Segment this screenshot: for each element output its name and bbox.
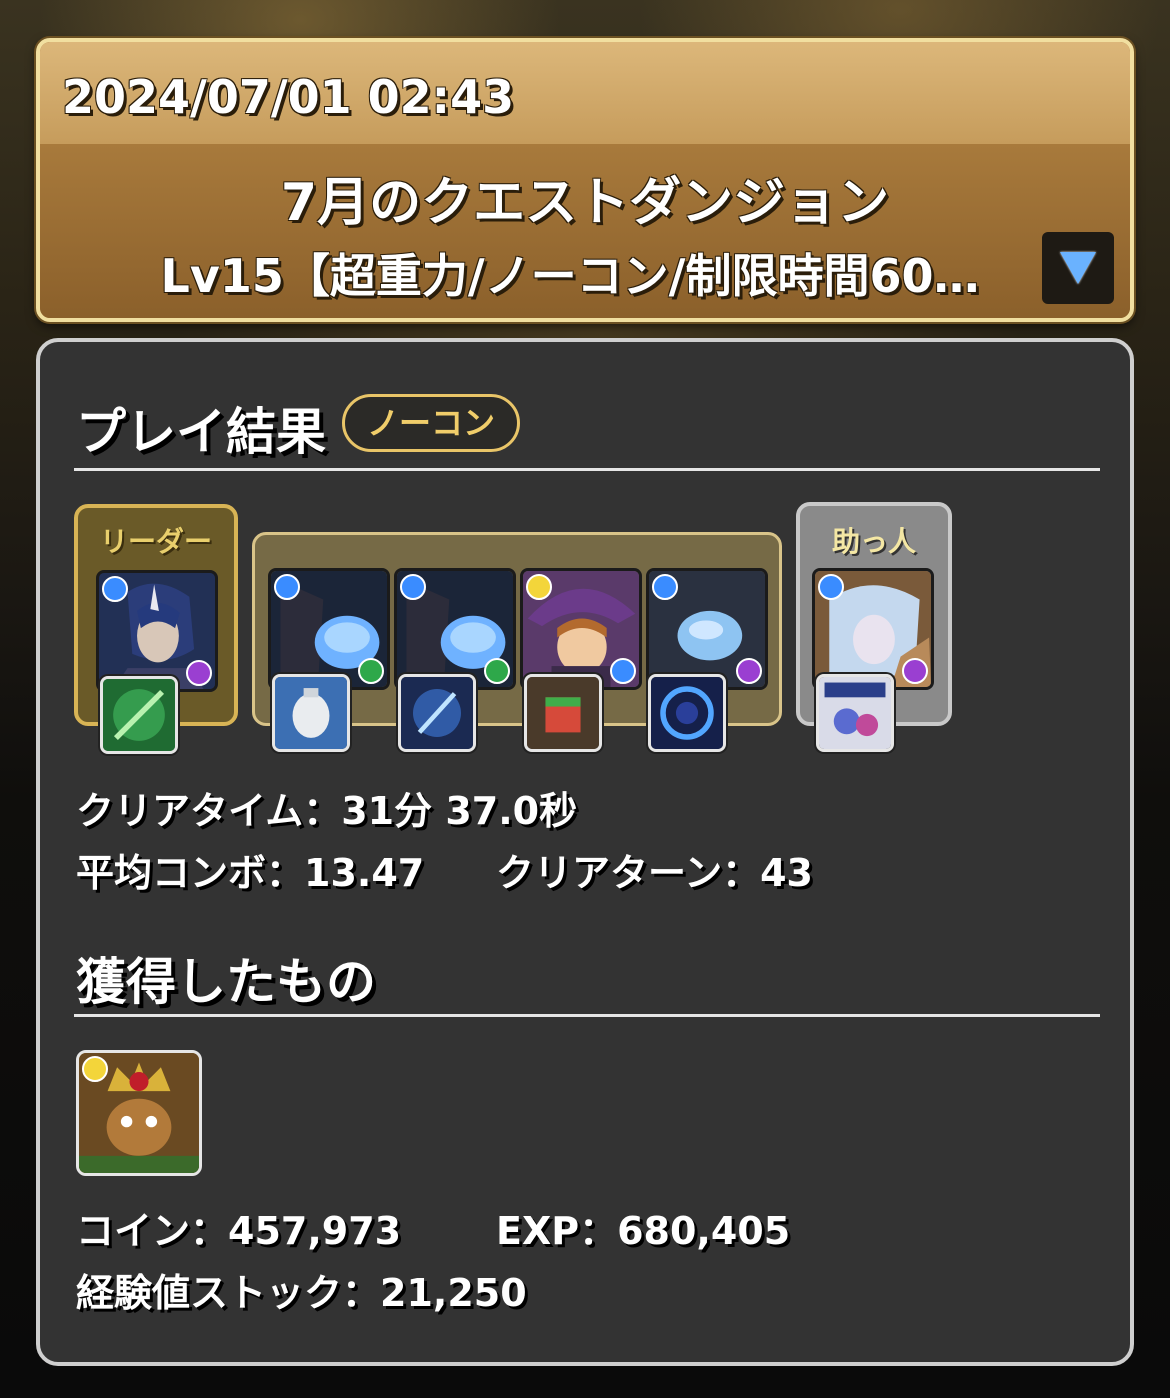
light-attribute-icon bbox=[526, 574, 552, 600]
sub-monster-3[interactable] bbox=[520, 568, 642, 690]
helper-assist[interactable] bbox=[816, 674, 894, 752]
expand-button[interactable] bbox=[1042, 232, 1114, 304]
exp: EXP：680,405 bbox=[496, 1209, 791, 1253]
wood-attribute-icon bbox=[358, 658, 384, 684]
sub-assist-2[interactable] bbox=[398, 674, 476, 752]
coins: コイン：457,973 bbox=[76, 1209, 402, 1253]
sub-assist-4-art bbox=[651, 677, 723, 749]
result-panel: プレイ結果 ノーコン リーダー 助っ人 クリアタイム：31分 37.0秒 平均コ… bbox=[36, 338, 1134, 1366]
dark-attribute-icon bbox=[736, 658, 762, 684]
sub-assist-4[interactable] bbox=[648, 674, 726, 752]
helper-assist-art bbox=[819, 677, 891, 749]
water-attribute-icon bbox=[610, 658, 636, 684]
triangle-down-icon bbox=[1060, 252, 1096, 284]
clear-turns: クリアターン：43 bbox=[496, 851, 813, 895]
floor-name: Lv15【超重力/ノーコン/制限時間60… bbox=[160, 249, 980, 303]
sub-monster-1[interactable] bbox=[268, 568, 390, 690]
leader-assist-art bbox=[103, 679, 175, 751]
wood-attribute-icon bbox=[484, 658, 510, 684]
light-attribute-icon bbox=[82, 1056, 108, 1082]
leader-monster[interactable] bbox=[96, 570, 218, 692]
play-result-title: プレイ結果 bbox=[76, 403, 326, 461]
water-attribute-icon bbox=[818, 574, 844, 600]
sub-assist-2-art bbox=[401, 677, 473, 749]
sub-monster-4[interactable] bbox=[646, 568, 768, 690]
helper-monster[interactable] bbox=[812, 568, 934, 690]
divider bbox=[74, 1014, 1100, 1017]
leader-label: リーダー bbox=[99, 525, 212, 558]
water-attribute-icon bbox=[400, 574, 426, 600]
sub-assist-3-art bbox=[527, 677, 599, 749]
water-attribute-icon bbox=[274, 574, 300, 600]
average-combo: 平均コンボ：13.47 bbox=[76, 851, 425, 895]
dark-attribute-icon bbox=[902, 658, 928, 684]
leader-assist[interactable] bbox=[100, 676, 178, 754]
no-continue-badge: ノーコン bbox=[342, 394, 520, 452]
water-attribute-icon bbox=[102, 576, 128, 602]
dark-attribute-icon bbox=[186, 660, 212, 686]
sub-assist-1[interactable] bbox=[272, 674, 350, 752]
rewards-title: 獲得したもの bbox=[76, 953, 376, 1011]
sub-assist-1-art bbox=[275, 677, 347, 749]
clear-time: クリアタイム：31分 37.0秒 bbox=[76, 789, 578, 833]
exp-stock: 経験値ストック：21,250 bbox=[76, 1271, 527, 1315]
dungeon-header-card: 2024/07/01 02:43 7月のクエストダンジョン Lv15【超重力/ノ… bbox=[36, 38, 1134, 322]
divider bbox=[74, 468, 1100, 471]
dungeon-name: 7月のクエストダンジョン bbox=[280, 173, 890, 233]
water-attribute-icon bbox=[652, 574, 678, 600]
sub-monster-2[interactable] bbox=[394, 568, 516, 690]
play-date: 2024/07/01 02:43 bbox=[62, 70, 515, 124]
helper-label: 助っ人 bbox=[831, 525, 916, 558]
reward-monster[interactable] bbox=[76, 1050, 202, 1176]
sub-assist-3[interactable] bbox=[524, 674, 602, 752]
